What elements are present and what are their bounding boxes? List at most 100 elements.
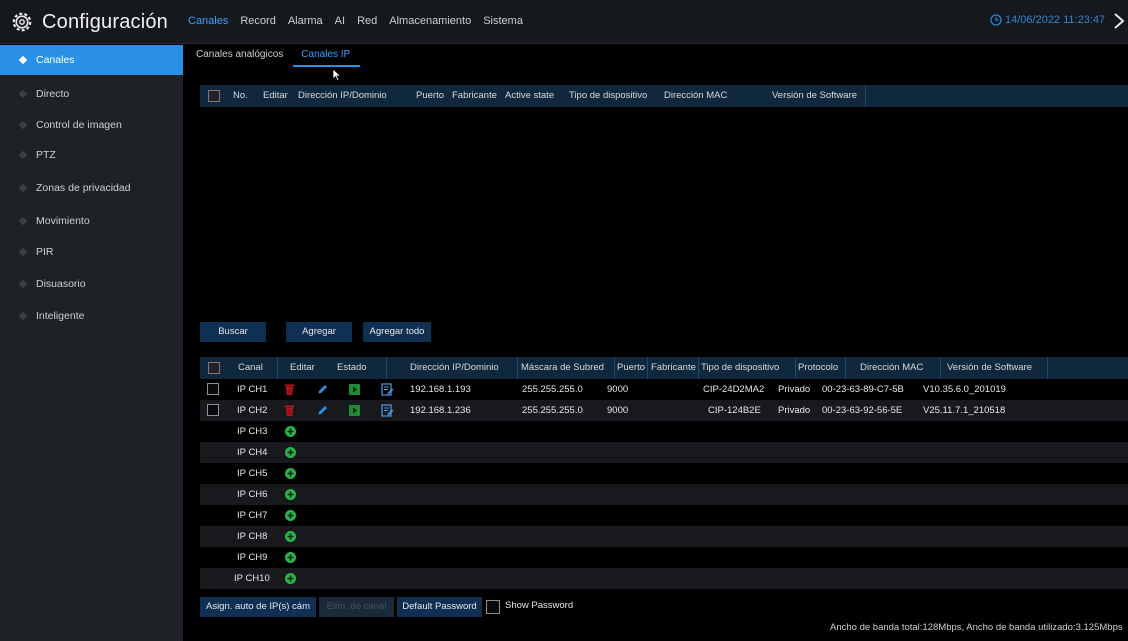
software-version: V25.11.7.1_210518 (923, 405, 1006, 416)
sidebar-item-label: PTZ (36, 149, 56, 161)
ip-address: 192.168.1.193 (410, 384, 471, 395)
table-row[interactable]: IP CH9 (200, 547, 1128, 568)
sidebar-item-ptz[interactable]: PTZ (0, 140, 183, 170)
trash-icon[interactable] (284, 383, 295, 396)
main-tabs: Canales Record Alarma AI Red Almacenamie… (188, 15, 535, 27)
select-all-search-checkbox[interactable] (208, 90, 220, 102)
canal-label: IP CH9 (237, 552, 268, 563)
config-document-icon[interactable] (381, 404, 394, 417)
show-password-checkbox[interactable] (486, 600, 500, 614)
row-checkbox[interactable] (207, 383, 219, 395)
diamond-icon (18, 216, 28, 226)
sidebar-item-pir[interactable]: PIR (0, 237, 183, 267)
sidebar-item-label: Movimiento (36, 215, 90, 227)
table-row[interactable]: IP CH10 (200, 568, 1128, 589)
tab-sistema[interactable]: Sistema (483, 15, 523, 27)
add-circle-icon[interactable] (285, 468, 296, 479)
mac-address: 00-23-63-92-56-5E (822, 405, 903, 416)
edit-pencil-icon[interactable] (317, 405, 328, 416)
canal-label: IP CH3 (237, 426, 268, 437)
tab-almacenamiento[interactable]: Almacenamiento (389, 15, 471, 27)
chevron-right-icon[interactable] (1112, 11, 1126, 31)
sidebar-item-inteligente[interactable]: Inteligente (0, 301, 183, 331)
sidebar-item-zonas-privacidad[interactable]: Zonas de privacidad (0, 173, 183, 203)
col-mascara-subred: Máscara de Subred (521, 357, 615, 379)
tab-red[interactable]: Red (357, 15, 377, 27)
protocol: Privado (778, 405, 811, 416)
table-row[interactable]: IP CH8 (200, 526, 1128, 547)
sidebar-item-label: Inteligente (36, 310, 85, 322)
buscar-button[interactable]: Buscar (200, 322, 266, 342)
col-active-state: Active state (505, 90, 555, 101)
add-circle-icon[interactable] (285, 552, 296, 563)
subtab-canales-analogicos[interactable]: Canales analógicos (188, 45, 293, 67)
diamond-icon (18, 55, 28, 65)
sidebar-item-label: Disuasorio (36, 278, 86, 290)
tab-alarma[interactable]: Alarma (288, 15, 323, 27)
table-row[interactable]: IP CH1 192.168.1.193 255.255.255.0 9000 … (200, 379, 1128, 400)
app-title-text: Configuración (42, 10, 169, 33)
sidebar-item-disuasorio[interactable]: Disuasorio (0, 269, 183, 299)
sidebar-item-label: Control de imagen (36, 119, 122, 131)
canal-label: IP CH6 (237, 489, 268, 500)
col-fabricante: Fabricante (452, 90, 497, 101)
table-row[interactable]: IP CH2 192.168.1.236 255.255.255.0 9000 … (200, 400, 1128, 421)
gear-icon (12, 12, 32, 32)
default-password-button[interactable]: Default Password (397, 597, 482, 617)
ip-address: 192.168.1.236 (410, 405, 471, 416)
tab-canales[interactable]: Canales (188, 15, 228, 27)
tab-ai[interactable]: AI (335, 15, 345, 27)
add-circle-icon[interactable] (285, 573, 296, 584)
add-circle-icon[interactable] (285, 489, 296, 500)
edit-pencil-icon[interactable] (317, 384, 328, 395)
row-checkbox[interactable] (207, 404, 219, 416)
diamond-icon (18, 247, 28, 257)
select-all-channels-checkbox[interactable] (208, 362, 220, 374)
col-version-software: Versión de Software (943, 357, 1048, 379)
col-direccion-ip: Dirección IP/Dominio (298, 90, 387, 101)
software-version: V10.35.6.0_201019 (923, 384, 1006, 395)
add-circle-icon[interactable] (285, 510, 296, 521)
trash-icon[interactable] (284, 404, 295, 417)
subtab-canales-ip[interactable]: Canales IP (293, 45, 361, 67)
table-row[interactable]: IP CH7 (200, 505, 1128, 526)
sidebar: Canales Directo Control de imagen PTZ Zo… (0, 45, 183, 641)
agregar-button[interactable]: Agregar (286, 322, 352, 342)
agregar-todo-button[interactable]: Agregar todo (363, 322, 431, 342)
asign-auto-ip-button[interactable]: Asign. auto de IP(s) cám (200, 597, 316, 617)
diamond-icon (18, 311, 28, 321)
sidebar-item-control-imagen[interactable]: Control de imagen (0, 110, 183, 140)
sidebar-item-canales[interactable]: Canales (0, 45, 183, 75)
canal-label: IP CH7 (237, 510, 268, 521)
show-password-label: Show Password (505, 600, 574, 611)
app-title: Configuración (11, 9, 168, 35)
table-row[interactable]: IP CH5 (200, 463, 1128, 484)
sidebar-item-label: Zonas de privacidad (36, 182, 131, 194)
sidebar-item-directo[interactable]: Directo (0, 79, 183, 109)
device-type: CIP-124B2E (708, 405, 761, 416)
diamond-icon (18, 150, 28, 160)
play-status-icon (349, 384, 360, 395)
port: 9000 (607, 384, 629, 395)
mouse-cursor-icon (332, 68, 342, 81)
elim-canal-button[interactable]: Elim. de canal (319, 597, 394, 617)
tab-record[interactable]: Record (240, 15, 275, 27)
table-row[interactable]: IP CH3 (200, 421, 1128, 442)
canal-label: IP CH5 (237, 468, 268, 479)
sidebar-item-movimiento[interactable]: Movimiento (0, 206, 183, 236)
canal-label: IP CH2 (237, 405, 268, 416)
canal-label: IP CH1 (237, 384, 268, 395)
add-circle-icon[interactable] (285, 426, 296, 437)
sub-tabs: Canales analógicos Canales IP (188, 45, 1128, 67)
sidebar-item-label: Directo (36, 88, 70, 100)
canal-label: IP CH4 (237, 447, 268, 458)
col-direccion-mac: Dirección MAC (848, 357, 941, 379)
add-circle-icon[interactable] (285, 447, 296, 458)
sidebar-item-label: PIR (36, 246, 54, 258)
sidebar-item-label: Canales (36, 54, 75, 66)
config-document-icon[interactable] (381, 383, 394, 396)
table-row[interactable]: IP CH6 (200, 484, 1128, 505)
canal-label: IP CH10 (234, 573, 270, 584)
table-row[interactable]: IP CH4 (200, 442, 1128, 463)
add-circle-icon[interactable] (285, 531, 296, 542)
